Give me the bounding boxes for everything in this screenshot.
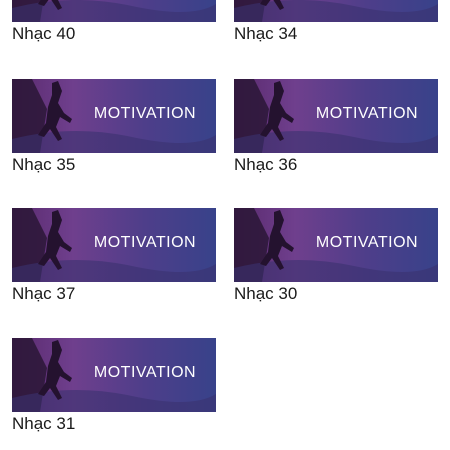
music-item-label: Nhạc 36 — [234, 155, 298, 174]
banner-text: MOTIVATION — [93, 105, 197, 122]
music-item[interactable]: MOTIVATION Nhạc 30 — [234, 208, 438, 310]
music-item-label: Nhạc 40 — [12, 24, 76, 43]
music-item-label: Nhạc 37 — [12, 284, 76, 303]
music-item-label: Nhạc 30 — [234, 284, 298, 303]
music-item-label: Nhạc 35 — [12, 155, 76, 174]
music-thumbnail — [12, 0, 216, 22]
music-thumbnail: MOTIVATION — [12, 338, 216, 412]
climber-silhouette-icon — [12, 0, 216, 22]
music-item[interactable]: MOTIVATION Nhạc 35 — [12, 79, 216, 181]
banner-text: MOTIVATION — [315, 234, 419, 251]
music-thumbnail — [234, 0, 438, 22]
music-grid: Nhạc 40 Nhạc 34 MOTIVATION Nhạc 35 MOTIV… — [0, 0, 450, 450]
banner-text: MOTIVATION — [315, 105, 419, 122]
music-item-label: Nhạc 34 — [234, 24, 298, 43]
banner-text: MOTIVATION — [93, 234, 197, 251]
music-thumbnail: MOTIVATION — [12, 79, 216, 153]
climber-silhouette-icon — [234, 0, 438, 22]
music-item[interactable]: Nhạc 40 — [12, 0, 216, 50]
music-item-label: Nhạc 31 — [12, 414, 76, 433]
music-thumbnail: MOTIVATION — [234, 79, 438, 153]
music-item[interactable]: Nhạc 34 — [234, 0, 438, 50]
banner-text: MOTIVATION — [93, 364, 197, 381]
music-thumbnail: MOTIVATION — [12, 208, 216, 282]
music-item[interactable]: MOTIVATION Nhạc 37 — [12, 208, 216, 310]
music-item[interactable]: MOTIVATION Nhạc 36 — [234, 79, 438, 181]
music-thumbnail: MOTIVATION — [234, 208, 438, 282]
music-item[interactable]: MOTIVATION Nhạc 31 — [12, 338, 216, 440]
